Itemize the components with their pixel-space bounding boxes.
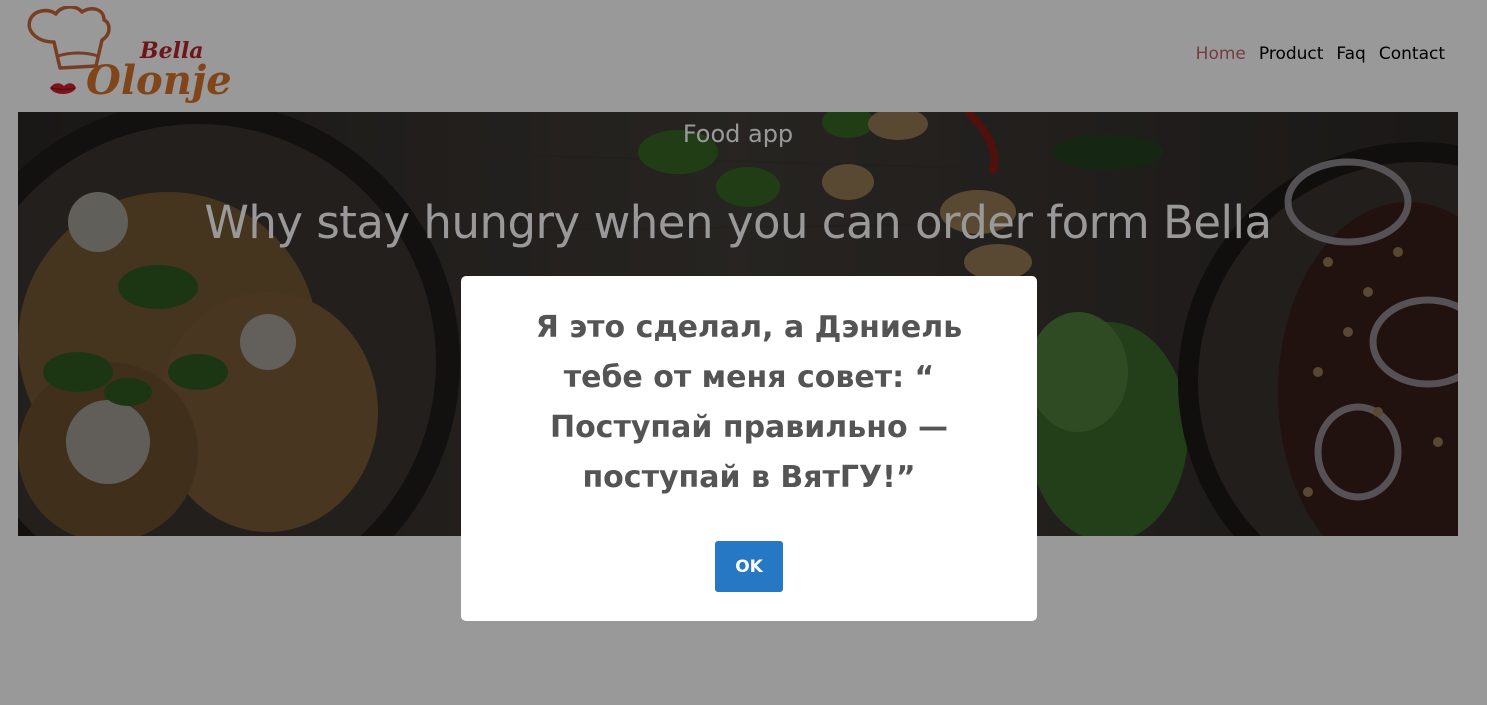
- alert-dialog: Я это сделал, а Дэниель тебе от меня сов…: [461, 276, 1037, 621]
- alert-message: Я это сделал, а Дэниель тебе от меня сов…: [535, 310, 963, 495]
- ok-button[interactable]: OK: [715, 541, 783, 592]
- page: Bella Olonje Home Product Faq Contact Fo…: [0, 0, 1487, 705]
